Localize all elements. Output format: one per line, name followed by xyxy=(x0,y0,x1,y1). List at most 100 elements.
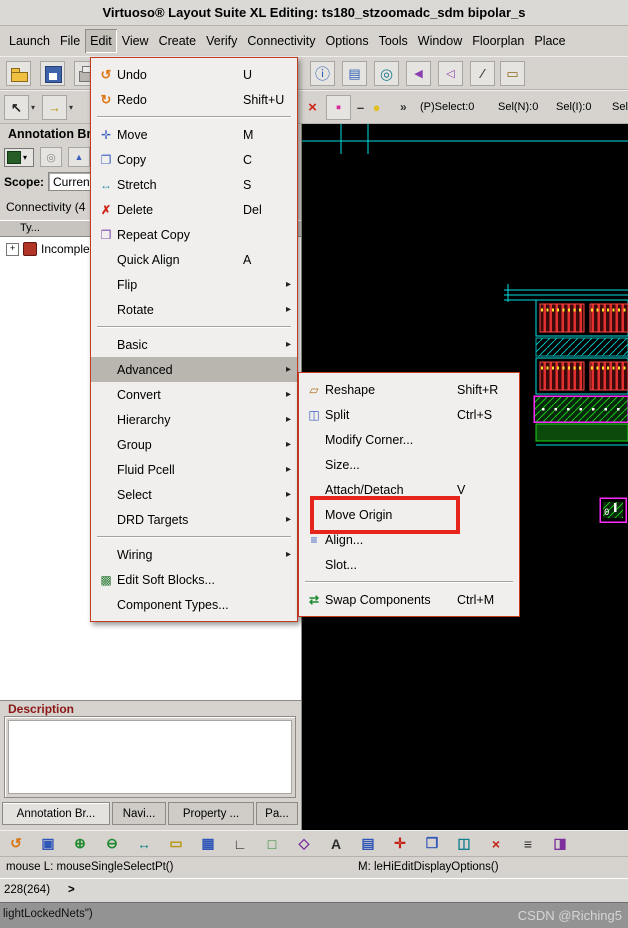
menu-item-undo[interactable]: Undo U xyxy=(91,62,297,87)
menu-item-label: Fluid Pcell xyxy=(117,462,175,477)
world-view-icon[interactable] xyxy=(374,61,399,86)
menu-item-repeat-copy[interactable]: Repeat Copy xyxy=(91,222,297,247)
open-icon[interactable] xyxy=(6,61,31,86)
status-bar: mouse L: mouseSingleSelectPt() M: leHiEd… xyxy=(0,856,628,878)
selection-mode-icon[interactable] xyxy=(4,95,29,120)
menu-item-wiring[interactable]: Wiring ▸ xyxy=(91,542,297,567)
chevron-down-icon[interactable]: ▾ xyxy=(31,103,35,112)
menu-place[interactable]: Place xyxy=(529,29,570,53)
menu-item-advanced[interactable]: Advanced ▸ xyxy=(91,357,297,382)
snap-mode-icon[interactable] xyxy=(42,95,67,120)
highlight-bulb-icon[interactable] xyxy=(364,95,389,120)
pan-icon[interactable]: ↔ xyxy=(133,833,155,855)
menu-item-quick-align[interactable]: Quick Align A xyxy=(91,247,297,272)
stretch-icon xyxy=(95,178,117,192)
options-icon[interactable]: ◨ xyxy=(549,833,571,855)
coordinate-readout: 228(264) xyxy=(4,884,51,896)
menu-floorplan[interactable]: Floorplan xyxy=(467,29,529,53)
copy-tool-icon[interactable]: ❐ xyxy=(421,833,443,855)
chevron-down-icon[interactable]: ▾ xyxy=(69,103,73,112)
menu-verify[interactable]: Verify xyxy=(201,29,242,53)
submenu-item-swap-components[interactable]: Swap Components Ctrl+M xyxy=(299,587,519,612)
expand-icon[interactable]: + xyxy=(6,242,19,256)
tab-annotation-browser[interactable]: Annotation Br... xyxy=(2,802,110,825)
info-icon[interactable] xyxy=(310,61,335,86)
search-icon[interactable] xyxy=(40,147,62,167)
properties-icon[interactable]: ≡ xyxy=(517,833,539,855)
create-instance-icon[interactable]: ▦ xyxy=(197,833,219,855)
menu-item-label: Size... xyxy=(325,457,360,472)
menu-item-redo[interactable]: Redo Shift+U xyxy=(91,87,297,112)
redo-icon xyxy=(95,92,117,108)
color-filter-dropdown[interactable]: ▾ xyxy=(4,147,34,167)
menu-tools[interactable]: Tools xyxy=(374,29,413,53)
next-view-icon[interactable] xyxy=(438,61,463,86)
description-groupbox xyxy=(4,716,296,798)
menu-item-copy[interactable]: Copy C xyxy=(91,147,297,172)
tab-navigator[interactable]: Navi... xyxy=(112,802,166,825)
menu-options[interactable]: Options xyxy=(320,29,373,53)
zoom-out-icon[interactable]: ⊖ xyxy=(101,833,123,855)
create-polygon-icon[interactable]: ◇ xyxy=(293,833,315,855)
save-icon[interactable] xyxy=(40,61,65,86)
create-wire-icon[interactable]: ∟ xyxy=(229,833,251,855)
menu-item-label: Rotate xyxy=(117,302,154,317)
menu-view[interactable]: View xyxy=(117,29,154,53)
menu-item-drd-targets[interactable]: DRD Targets ▸ xyxy=(91,507,297,532)
menu-create[interactable]: Create xyxy=(154,29,202,53)
toolbar-overflow-chevron[interactable]: » xyxy=(400,100,407,114)
menu-item-group[interactable]: Group ▸ xyxy=(91,432,297,457)
create-label-icon[interactable]: A xyxy=(325,833,347,855)
swap-components-icon xyxy=(303,593,325,607)
submenu-item-modify-corner[interactable]: Modify Corner... xyxy=(299,427,519,452)
previous-view-icon[interactable] xyxy=(406,61,431,86)
menu-connectivity[interactable]: Connectivity xyxy=(242,29,320,53)
menu-item-stretch[interactable]: Stretch S xyxy=(91,172,297,197)
copy-icon xyxy=(95,153,117,167)
menu-item-basic[interactable]: Basic ▸ xyxy=(91,332,297,357)
zoom-in-icon[interactable]: ⊕ xyxy=(69,833,91,855)
submenu-item-slot[interactable]: Slot... xyxy=(299,552,519,577)
tab-palette[interactable]: Pa... xyxy=(256,802,298,825)
menu-item-convert[interactable]: Convert ▸ xyxy=(91,382,297,407)
menu-file[interactable]: File xyxy=(55,29,85,53)
zoom-fit-icon[interactable]: ▣ xyxy=(37,833,59,855)
connectivity-label[interactable]: Connectivity (4 xyxy=(6,200,85,214)
menu-item-move[interactable]: Move M xyxy=(91,122,297,147)
tab-property-editor[interactable]: Property ... xyxy=(168,802,254,825)
diagonal-icon[interactable] xyxy=(470,61,495,86)
up-arrow-icon[interactable] xyxy=(68,147,90,167)
submenu-item-size[interactable]: Size... xyxy=(299,452,519,477)
ruler-icon[interactable]: ▭ xyxy=(165,833,187,855)
close-small-icon[interactable] xyxy=(300,95,325,120)
menu-item-component-types[interactable]: Component Types... xyxy=(91,592,297,617)
menu-item-rotate[interactable]: Rotate ▸ xyxy=(91,297,297,322)
menu-launch[interactable]: Launch xyxy=(4,29,55,53)
command-line[interactable]: 228(264) > xyxy=(0,878,628,902)
menu-item-fluid-pcell[interactable]: Fluid Pcell ▸ xyxy=(91,457,297,482)
stretch-tool-icon[interactable]: ◫ xyxy=(453,833,475,855)
submenu-item-split[interactable]: Split Ctrl+S xyxy=(299,402,519,427)
redraw-icon[interactable]: ↺ xyxy=(5,833,27,855)
ruler-icon[interactable] xyxy=(500,61,525,86)
create-rect-icon[interactable]: □ xyxy=(261,833,283,855)
layers-icon[interactable] xyxy=(342,61,367,86)
menu-window[interactable]: Window xyxy=(413,29,467,53)
menu-item-label: Align... xyxy=(325,532,364,547)
menu-item-hierarchy[interactable]: Hierarchy ▸ xyxy=(91,407,297,432)
menu-separator xyxy=(97,326,291,328)
submenu-arrow-icon: ▸ xyxy=(285,414,291,425)
menu-item-delete[interactable]: Delete Del xyxy=(91,197,297,222)
move-icon xyxy=(95,128,117,142)
create-via-icon[interactable]: ▤ xyxy=(357,833,379,855)
menu-item-flip[interactable]: Flip ▸ xyxy=(91,272,297,297)
menu-item-label: Quick Align xyxy=(117,252,180,267)
menu-edit[interactable]: Edit xyxy=(85,29,117,53)
menu-item-label: Convert xyxy=(117,387,161,402)
menu-item-edit-soft-blocks[interactable]: Edit Soft Blocks... xyxy=(91,567,297,592)
move-tool-icon[interactable]: ✛ xyxy=(389,833,411,855)
description-field[interactable] xyxy=(8,720,292,794)
delete-tool-icon[interactable]: × xyxy=(485,833,507,855)
submenu-item-reshape[interactable]: Reshape Shift+R xyxy=(299,377,519,402)
menu-item-select[interactable]: Select ▸ xyxy=(91,482,297,507)
